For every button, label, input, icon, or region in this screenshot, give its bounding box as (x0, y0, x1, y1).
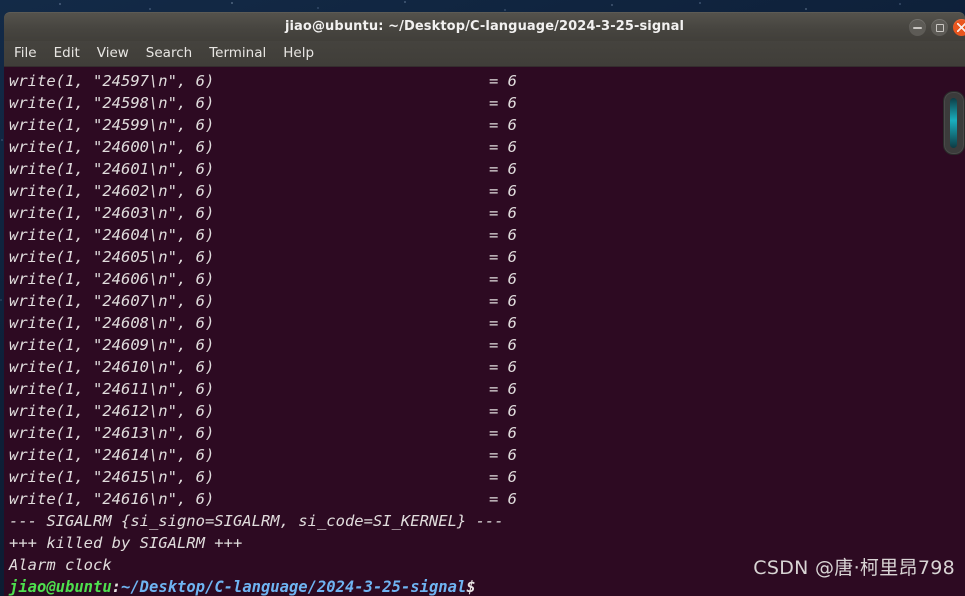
prompt-user-host: jiao@ubuntu (9, 578, 112, 596)
syscall-text: write(1, "24600\n", 6) (9, 138, 215, 156)
syscall-return-value: = 6 (489, 160, 517, 178)
syscall-return-value: = 6 (489, 402, 517, 420)
syscall-return-value: = 6 (489, 270, 517, 288)
menu-item-view[interactable]: View (97, 41, 129, 66)
syscall-text: write(1, "24603\n", 6) (9, 204, 215, 222)
menubar: File Edit View Search Terminal Help (4, 41, 965, 67)
terminal-line: write(1, "24605\n", 6) = 6 (9, 246, 965, 268)
terminal-line: write(1, "24602\n", 6) = 6 (9, 180, 965, 202)
minimize-icon[interactable] (909, 19, 926, 36)
terminal-line: write(1, "24610\n", 6) = 6 (9, 356, 965, 378)
syscall-text: write(1, "24615\n", 6) (9, 468, 215, 486)
syscall-return-value: = 6 (489, 204, 517, 222)
syscall-return-value: = 6 (489, 446, 517, 464)
terminal-line: write(1, "24598\n", 6) = 6 (9, 92, 965, 114)
terminal-line: write(1, "24603\n", 6) = 6 (9, 202, 965, 224)
terminal-line: write(1, "24609\n", 6) = 6 (9, 334, 965, 356)
syscall-text: write(1, "24609\n", 6) (9, 336, 215, 354)
watermark-text: CSDN @唐·柯里昂798 (753, 557, 955, 579)
signal-message-text: +++ killed by SIGALRM +++ (9, 534, 243, 552)
menu-item-edit[interactable]: Edit (54, 41, 80, 66)
terminal-window: jiao@ubuntu: ~/Desktop/C-language/2024-3… (4, 12, 965, 596)
syscall-text: write(1, "24614\n", 6) (9, 446, 215, 464)
syscall-text: write(1, "24612\n", 6) (9, 402, 215, 420)
syscall-text: write(1, "24610\n", 6) (9, 358, 215, 376)
syscall-text: write(1, "24611\n", 6) (9, 380, 215, 398)
syscall-return-value: = 6 (489, 490, 517, 508)
syscall-text: write(1, "24598\n", 6) (9, 94, 215, 112)
terminal-line: write(1, "24608\n", 6) = 6 (9, 312, 965, 334)
syscall-text: write(1, "24605\n", 6) (9, 248, 215, 266)
syscall-text: write(1, "24597\n", 6) (9, 72, 215, 90)
syscall-return-value: = 6 (489, 248, 517, 266)
terminal-line: write(1, "24615\n", 6) = 6 (9, 466, 965, 488)
vertical-scrollbar[interactable] (943, 91, 965, 155)
syscall-return-value: = 6 (489, 358, 517, 376)
terminal-text-buffer: write(1, "24597\n", 6) = 6 write(1, "24598… (9, 70, 965, 596)
syscall-return-value: = 6 (489, 94, 517, 112)
menu-item-help[interactable]: Help (283, 41, 314, 66)
syscall-text: write(1, "24607\n", 6) (9, 292, 215, 310)
close-icon[interactable] (953, 19, 965, 36)
syscall-return-value: = 6 (489, 292, 517, 310)
menu-item-search[interactable]: Search (146, 41, 192, 66)
syscall-return-value: = 6 (489, 182, 517, 200)
syscall-text: write(1, "24616\n", 6) (9, 490, 215, 508)
syscall-return-value: = 6 (489, 226, 517, 244)
syscall-return-value: = 6 (489, 424, 517, 442)
terminal-signal-line: --- SIGALRM {si_signo=SIGALRM, si_code=S… (9, 510, 965, 532)
syscall-text: write(1, "24613\n", 6) (9, 424, 215, 442)
prompt-separator: : (111, 578, 121, 596)
terminal-output-area[interactable]: write(1, "24597\n", 6) = 6 write(1, "24598… (4, 67, 965, 596)
syscall-return-value: = 6 (489, 138, 517, 156)
terminal-line: write(1, "24607\n", 6) = 6 (9, 290, 965, 312)
terminal-line: write(1, "24614\n", 6) = 6 (9, 444, 965, 466)
syscall-return-value: = 6 (489, 116, 517, 134)
terminal-line: write(1, "24601\n", 6) = 6 (9, 158, 965, 180)
window-title: jiao@ubuntu: ~/Desktop/C-language/2024-3… (284, 19, 685, 34)
terminal-line: write(1, "24611\n", 6) = 6 (9, 378, 965, 400)
terminal-line: write(1, "24600\n", 6) = 6 (9, 136, 965, 158)
syscall-text: write(1, "24602\n", 6) (9, 182, 215, 200)
signal-message-text: --- SIGALRM {si_signo=SIGALRM, si_code=S… (9, 512, 504, 530)
terminal-line: write(1, "24604\n", 6) = 6 (9, 224, 965, 246)
syscall-return-value: = 6 (489, 314, 517, 332)
prompt-symbol: $ (466, 578, 476, 596)
terminal-line: write(1, "24616\n", 6) = 6 (9, 488, 965, 510)
terminal-line: write(1, "24612\n", 6) = 6 (9, 400, 965, 422)
syscall-return-value: = 6 (489, 468, 517, 486)
syscall-return-value: = 6 (489, 336, 517, 354)
menu-item-terminal[interactable]: Terminal (209, 41, 266, 66)
window-titlebar[interactable]: jiao@ubuntu: ~/Desktop/C-language/2024-3… (4, 12, 965, 41)
syscall-text: write(1, "24604\n", 6) (9, 226, 215, 244)
syscall-text: write(1, "24606\n", 6) (9, 270, 215, 288)
window-controls (909, 19, 965, 36)
signal-message-text: Alarm clock (9, 556, 112, 574)
terminal-line: write(1, "24597\n", 6) = 6 (9, 70, 965, 92)
syscall-return-value: = 6 (489, 380, 517, 398)
terminal-line: write(1, "24599\n", 6) = 6 (9, 114, 965, 136)
prompt-path: ~/Desktop/C-language/2024-3-25-signal (121, 578, 467, 596)
menu-item-file[interactable]: File (14, 41, 37, 66)
terminal-line: write(1, "24606\n", 6) = 6 (9, 268, 965, 290)
scrollbar-thumb[interactable] (943, 91, 965, 155)
syscall-text: write(1, "24599\n", 6) (9, 116, 215, 134)
maximize-icon[interactable] (931, 19, 948, 36)
syscall-text: write(1, "24601\n", 6) (9, 160, 215, 178)
syscall-return-value: = 6 (489, 72, 517, 90)
terminal-signal-line: +++ killed by SIGALRM +++ (9, 532, 965, 554)
terminal-line: write(1, "24613\n", 6) = 6 (9, 422, 965, 444)
syscall-text: write(1, "24608\n", 6) (9, 314, 215, 332)
